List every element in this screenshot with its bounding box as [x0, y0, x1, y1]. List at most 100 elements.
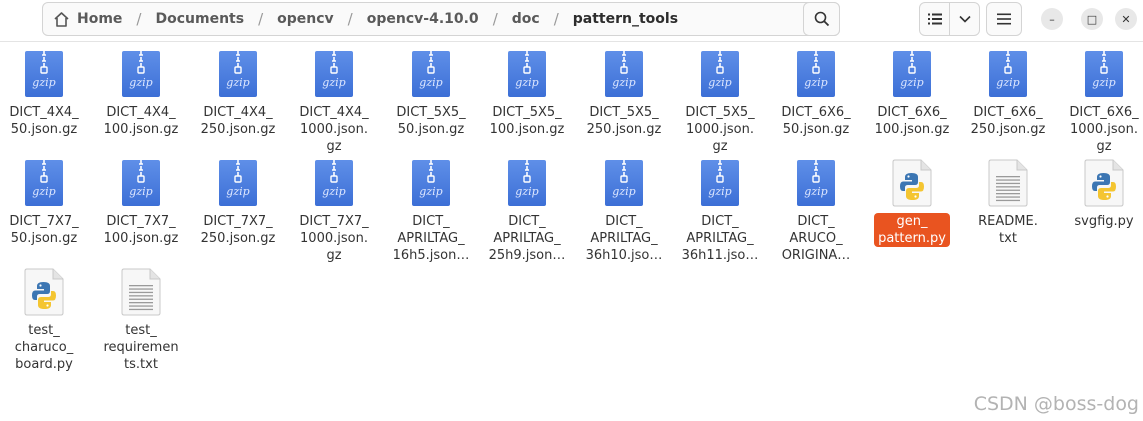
- file-item[interactable]: gzip DICT_4X4_ 250.json.gz: [192, 50, 284, 138]
- breadcrumb-opencv[interactable]: opencv: [275, 11, 336, 27]
- gzip-archive-icon: gzip: [796, 50, 836, 98]
- file-name-label: DICT_ APRILTAG_ 36h10.jso…: [585, 214, 663, 263]
- gzip-archive-icon: gzip: [121, 159, 161, 207]
- gzip-archive-icon: gzip: [411, 159, 451, 207]
- file-name-label: DICT_4X4_ 100.json.gz: [103, 105, 179, 137]
- file-item[interactable]: gzip DICT_7X7_ 50.json.gz: [0, 159, 90, 247]
- file-item[interactable]: gzip DICT_5X5_ 1000.json. gz: [674, 50, 766, 155]
- svg-text:gzip: gzip: [226, 185, 249, 198]
- file-item[interactable]: gzip DICT_6X6_ 50.json.gz: [770, 50, 862, 138]
- file-item[interactable]: test_ charuco_ board.py: [0, 268, 90, 373]
- file-name-label: test_ requiremen ts.txt: [103, 323, 179, 372]
- file-item[interactable]: gzip DICT_5X5_ 100.json.gz: [481, 50, 573, 138]
- svg-text:gzip: gzip: [129, 76, 152, 89]
- gzip-archive-icon: gzip: [1084, 50, 1124, 98]
- gzip-archive-icon: gzip: [121, 50, 161, 98]
- file-name-label: DICT_7X7_ 100.json.gz: [103, 214, 179, 246]
- file-item[interactable]: gzip DICT_7X7_ 1000.json. gz: [288, 159, 380, 264]
- file-item[interactable]: gzip DICT_ APRILTAG_ 16h5.json…: [385, 159, 477, 264]
- chevron-down-icon: [959, 15, 971, 23]
- hamburger-icon: [997, 13, 1011, 25]
- svg-text:gzip: gzip: [515, 185, 538, 198]
- file-item[interactable]: gzip DICT_5X5_ 250.json.gz: [578, 50, 670, 138]
- svg-text:gzip: gzip: [708, 76, 731, 89]
- gzip-archive-icon: gzip: [892, 50, 932, 98]
- file-name-label: gen_ pattern.py: [874, 213, 950, 247]
- file-item[interactable]: gen_ pattern.py: [866, 159, 958, 247]
- svg-text:gzip: gzip: [804, 76, 827, 89]
- svg-text:gzip: gzip: [900, 76, 923, 89]
- file-name-label: DICT_6X6_ 1000.json. gz: [1069, 105, 1139, 154]
- file-name-label: DICT_ APRILTAG_ 16h5.json…: [392, 214, 470, 263]
- breadcrumb-doc[interactable]: doc: [510, 11, 542, 27]
- file-name-label: DICT_5X5_ 250.json.gz: [586, 105, 662, 137]
- file-item[interactable]: gzip DICT_4X4_ 50.json.gz: [0, 50, 90, 138]
- gzip-archive-icon: gzip: [314, 50, 354, 98]
- file-item[interactable]: gzip DICT_5X5_ 50.json.gz: [385, 50, 477, 138]
- file-name-label: DICT_5X5_ 50.json.gz: [396, 105, 466, 137]
- gzip-archive-icon: gzip: [796, 159, 836, 207]
- svg-text:gzip: gzip: [129, 185, 152, 198]
- file-item[interactable]: gzip DICT_4X4_ 1000.json. gz: [288, 50, 380, 155]
- list-view-button[interactable]: [920, 3, 949, 35]
- gzip-archive-icon: gzip: [604, 50, 644, 98]
- gzip-archive-icon: gzip: [218, 159, 258, 207]
- svg-text:gzip: gzip: [419, 185, 442, 198]
- file-item[interactable]: gzip DICT_ APRILTAG_ 25h9.json…: [481, 159, 573, 264]
- file-item[interactable]: gzip DICT_7X7_ 100.json.gz: [95, 159, 187, 247]
- main-menu-button[interactable]: [986, 2, 1022, 36]
- gzip-archive-icon: gzip: [988, 50, 1028, 98]
- python-file-icon: [1084, 159, 1124, 207]
- breadcrumb-opencv-version[interactable]: opencv-4.10.0: [365, 11, 481, 27]
- search-icon: [814, 11, 829, 27]
- file-name-label: DICT_7X7_ 1000.json. gz: [299, 214, 369, 263]
- file-item[interactable]: README. txt: [962, 159, 1054, 247]
- breadcrumb-documents[interactable]: Documents: [153, 11, 246, 27]
- file-item[interactable]: gzip DICT_ ARUCO_ ORIGINA…: [770, 159, 862, 264]
- file-name-label: DICT_7X7_ 50.json.gz: [9, 214, 79, 246]
- view-toggle-group: [919, 2, 980, 36]
- gzip-archive-icon: gzip: [218, 50, 258, 98]
- file-item[interactable]: gzip DICT_6X6_ 100.json.gz: [866, 50, 958, 138]
- watermark: CSDN @boss-dog: [973, 393, 1139, 415]
- gzip-archive-icon: gzip: [24, 159, 64, 207]
- file-item[interactable]: test_ requiremen ts.txt: [95, 268, 187, 373]
- file-name-label: svgfig.py: [1074, 214, 1134, 229]
- maximize-button[interactable]: □: [1081, 8, 1103, 30]
- gzip-archive-icon: gzip: [314, 159, 354, 207]
- breadcrumb-home[interactable]: Home: [75, 11, 124, 27]
- gzip-archive-icon: gzip: [24, 50, 64, 98]
- breadcrumb-current[interactable]: pattern_tools: [571, 11, 680, 27]
- view-dropdown-button[interactable]: [949, 3, 979, 35]
- file-item[interactable]: gzip DICT_7X7_ 250.json.gz: [192, 159, 284, 247]
- file-item[interactable]: gzip DICT_ APRILTAG_ 36h11.jso…: [674, 159, 766, 264]
- close-button[interactable]: ✕: [1115, 8, 1137, 30]
- header-bar: Home / Documents / opencv / opencv-4.10.…: [0, 0, 1143, 42]
- minimize-button[interactable]: –: [1041, 8, 1063, 30]
- list-view-icon: [927, 13, 942, 25]
- file-name-label: DICT_5X5_ 1000.json. gz: [685, 105, 755, 154]
- file-item[interactable]: svgfig.py: [1058, 159, 1143, 230]
- file-name-label: DICT_ APRILTAG_ 25h9.json…: [488, 214, 566, 263]
- text-file-icon: [121, 268, 161, 316]
- svg-text:gzip: gzip: [419, 76, 442, 89]
- svg-text:gzip: gzip: [322, 185, 345, 198]
- file-name-label: DICT_6X6_ 250.json.gz: [970, 105, 1046, 137]
- svg-text:gzip: gzip: [322, 76, 345, 89]
- gzip-archive-icon: gzip: [700, 50, 740, 98]
- file-item[interactable]: gzip DICT_4X4_ 100.json.gz: [95, 50, 187, 138]
- file-item[interactable]: gzip DICT_ APRILTAG_ 36h10.jso…: [578, 159, 670, 264]
- search-button[interactable]: [803, 2, 840, 36]
- svg-text:gzip: gzip: [226, 76, 249, 89]
- file-item[interactable]: gzip DICT_6X6_ 250.json.gz: [962, 50, 1054, 138]
- python-file-icon: [24, 268, 64, 316]
- file-item[interactable]: gzip DICT_6X6_ 1000.json. gz: [1058, 50, 1143, 155]
- home-icon[interactable]: [53, 11, 70, 28]
- svg-text:gzip: gzip: [32, 76, 55, 89]
- svg-text:gzip: gzip: [996, 76, 1019, 89]
- python-file-icon: [892, 159, 932, 207]
- gzip-archive-icon: gzip: [507, 50, 547, 98]
- text-file-icon: [988, 159, 1028, 207]
- file-name-label: DICT_5X5_ 100.json.gz: [489, 105, 565, 137]
- file-name-label: DICT_4X4_ 1000.json. gz: [299, 105, 369, 154]
